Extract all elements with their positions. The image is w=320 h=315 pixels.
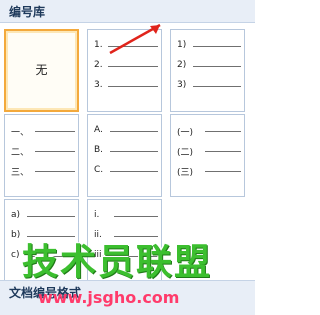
arrow-annotation-icon: [109, 23, 161, 55]
numbering-tile-chinese[interactable]: 一、 二、 三、: [4, 114, 79, 197]
gallery-title: 编号库: [9, 5, 46, 19]
numbering-tile-chinese-paren[interactable]: (一) (二) (三): [170, 114, 245, 197]
numbering-none-tile[interactable]: 无: [4, 29, 79, 112]
numbering-tile-upper-alpha[interactable]: A. B. C.: [87, 114, 162, 197]
none-label: 无: [35, 63, 48, 77]
watermark-url: www.jsgho.com: [38, 288, 180, 307]
watermark-logo: 技术员联盟: [22, 242, 213, 283]
numbering-tile-arabic-paren[interactable]: 1) 2) 3): [170, 29, 245, 112]
